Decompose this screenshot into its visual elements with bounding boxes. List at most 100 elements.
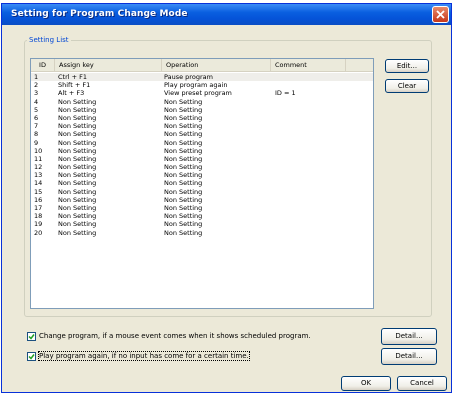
table-row[interactable]: 9 Non Setting Non Setting	[31, 139, 373, 147]
row-id-cell: 19	[34, 220, 43, 229]
row-operation-cell: Non Setting	[164, 195, 203, 204]
row-assign-key-cell: Non Setting	[58, 204, 97, 212]
row-operation-cell: Non Setting	[164, 204, 203, 212]
row-id-cell: 13	[34, 171, 43, 180]
window-title: Setting for Program Change Mode	[11, 9, 188, 19]
table-row[interactable]: 4 Non Setting Non Setting	[31, 98, 373, 106]
table-header: ID Assign key Operation Comment	[31, 59, 373, 72]
row-id-cell: 9	[34, 138, 39, 147]
row-id-cell: 10	[34, 146, 43, 155]
row-operation-cell: Non Setting	[164, 154, 203, 163]
row-operation-cell: Non Setting	[164, 146, 203, 155]
play-again-checkbox[interactable]	[27, 352, 36, 361]
row-id-cell: 11	[34, 154, 43, 163]
row-operation-cell: Non Setting	[164, 179, 203, 188]
row-id-cell: 5	[34, 105, 39, 114]
detail-button-play-again[interactable]: Detail...	[381, 348, 437, 365]
row-assign-key-cell: Non Setting	[58, 113, 97, 122]
row-operation-cell: Pause program	[164, 73, 213, 81]
row-assign-key-cell: Non Setting	[58, 130, 97, 139]
column-header-operation[interactable]: Operation	[162, 59, 271, 71]
row-assign-key-cell: Non Setting	[58, 220, 97, 229]
column-header-comment[interactable]: Comment	[271, 59, 346, 71]
row-assign-key-cell: Non Setting	[58, 163, 97, 172]
row-operation-cell: Non Setting	[164, 171, 203, 180]
row-id-cell: 14	[34, 179, 43, 188]
row-operation-cell: Non Setting	[164, 220, 203, 229]
row-operation-cell: Non Setting	[164, 97, 203, 106]
row-id-cell: 1	[34, 73, 39, 81]
row-id-cell: 6	[34, 113, 39, 122]
row-assign-key-cell: Non Setting	[58, 171, 97, 180]
row-assign-key-cell: Non Setting	[58, 212, 97, 221]
table-row[interactable]: 7 Non Setting Non Setting	[31, 122, 373, 130]
detail-button-change-program[interactable]: Detail...	[381, 328, 437, 345]
table-row[interactable]: 1 Ctrl + F1 Pause program	[31, 73, 373, 82]
setting-list-label: Setting List	[27, 36, 71, 44]
row-id-cell: 18	[34, 212, 43, 221]
row-operation-cell: Non Setting	[164, 138, 203, 147]
table-row[interactable]: 19 Non Setting Non Setting	[31, 220, 373, 228]
title-bar[interactable]: Setting for Program Change Mode	[2, 4, 451, 25]
column-header-assign-key[interactable]: Assign key	[55, 59, 162, 71]
column-header-id[interactable]: ID	[31, 59, 55, 71]
row-assign-key-cell: Non Setting	[58, 228, 97, 237]
row-comment-cell: ID = 1	[275, 89, 296, 98]
table-row[interactable]: 16 Non Setting Non Setting	[31, 196, 373, 204]
row-operation-cell: Non Setting	[164, 113, 203, 122]
setting-list-table[interactable]: ID Assign key Operation Comment 1 Ctrl + …	[30, 58, 374, 309]
clear-button[interactable]: Clear	[385, 79, 429, 93]
table-row[interactable]: 11 Non Setting Non Setting	[31, 155, 373, 163]
edit-button[interactable]: Edit...	[385, 59, 429, 73]
table-row[interactable]: 17 Non Setting Non Setting	[31, 204, 373, 212]
table-row[interactable]: 20 Non Setting Non Setting	[31, 229, 373, 237]
ok-button[interactable]: OK	[341, 376, 391, 391]
row-operation-cell: Play program again	[164, 81, 228, 90]
row-id-cell: 2	[34, 81, 39, 90]
change-program-checkbox[interactable]	[27, 332, 36, 341]
row-assign-key-cell: Shift + F1	[58, 81, 91, 90]
play-again-label: Play program again, if no input has come…	[38, 351, 250, 361]
row-assign-key-cell: Ctrl + F1	[58, 73, 88, 81]
row-assign-key-cell: Alt + F3	[58, 89, 85, 98]
row-assign-key-cell: Non Setting	[58, 154, 97, 163]
row-id-cell: 8	[34, 130, 39, 139]
row-assign-key-cell: Non Setting	[58, 138, 97, 147]
row-id-cell: 20	[34, 228, 43, 237]
row-id-cell: 3	[34, 89, 39, 98]
table-row[interactable]: 5 Non Setting Non Setting	[31, 106, 373, 114]
row-id-cell: 15	[34, 187, 43, 196]
table-rows: 1 Ctrl + F1 Pause program 2 Shift + F1 Play p…	[31, 73, 373, 237]
row-operation-cell: Non Setting	[164, 105, 203, 114]
row-assign-key-cell: Non Setting	[58, 146, 97, 155]
table-row[interactable]: 6 Non Setting Non Setting	[31, 114, 373, 122]
row-assign-key-cell: Non Setting	[58, 122, 97, 131]
row-operation-cell: Non Setting	[164, 228, 203, 237]
row-id-cell: 12	[34, 163, 43, 172]
table-row[interactable]: 3 Alt + F3 View preset program ID = 1	[31, 89, 373, 97]
cancel-button[interactable]: Cancel	[397, 376, 447, 391]
row-assign-key-cell: Non Setting	[58, 195, 97, 204]
table-row[interactable]: 2 Shift + F1 Play program again	[31, 81, 373, 89]
table-row[interactable]: 15 Non Setting Non Setting	[31, 188, 373, 196]
row-id-cell: 17	[34, 204, 43, 212]
table-row[interactable]: 10 Non Setting Non Setting	[31, 147, 373, 155]
change-program-label: Change program, if a mouse event comes w…	[39, 332, 311, 340]
row-id-cell: 7	[34, 122, 39, 131]
table-row[interactable]: 18 Non Setting Non Setting	[31, 212, 373, 220]
row-assign-key-cell: Non Setting	[58, 187, 97, 196]
row-assign-key-cell: Non Setting	[58, 179, 97, 188]
table-row[interactable]: 13 Non Setting Non Setting	[31, 171, 373, 179]
row-operation-cell: Non Setting	[164, 187, 203, 196]
row-operation-cell: Non Setting	[164, 212, 203, 221]
row-assign-key-cell: Non Setting	[58, 105, 97, 114]
row-operation-cell: View preset program	[164, 89, 232, 98]
row-operation-cell: Non Setting	[164, 130, 203, 139]
table-row[interactable]: 14 Non Setting Non Setting	[31, 179, 373, 187]
row-id-cell: 16	[34, 195, 43, 204]
table-row[interactable]: 12 Non Setting Non Setting	[31, 163, 373, 171]
row-id-cell: 4	[34, 97, 39, 106]
close-button[interactable]	[432, 6, 449, 23]
table-row[interactable]: 8 Non Setting Non Setting	[31, 130, 373, 138]
row-assign-key-cell: Non Setting	[58, 97, 97, 106]
